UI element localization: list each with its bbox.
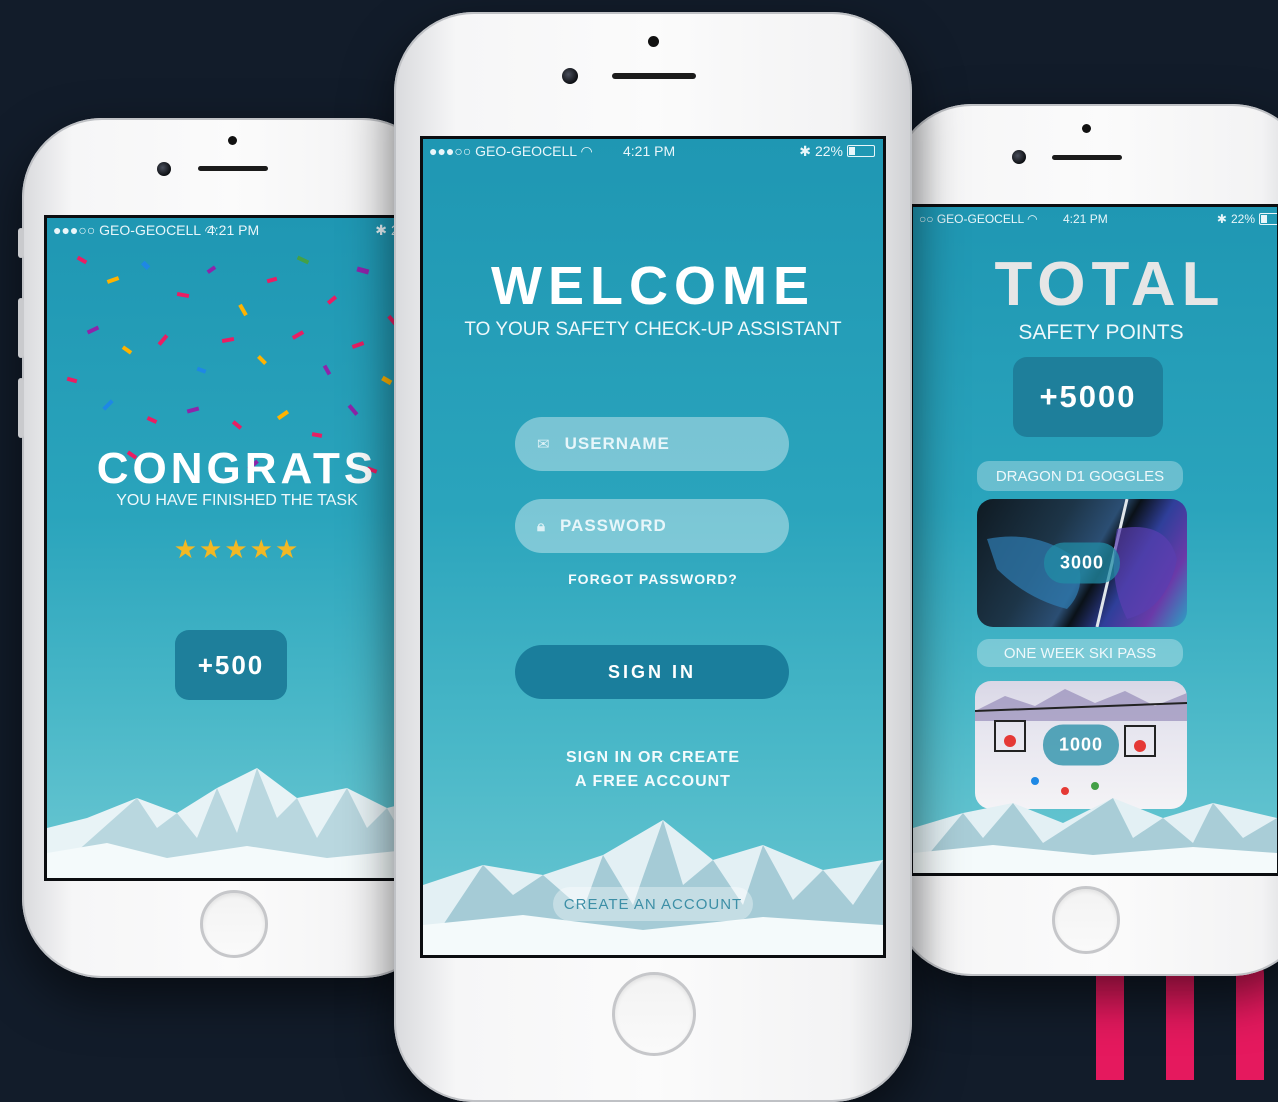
rating-stars: ★★★★★ — [173, 534, 301, 564]
battery-indicator: ✱22% — [799, 143, 875, 160]
proximity-sensor — [1082, 124, 1091, 133]
prize-cost-goggles: 3000 — [1043, 542, 1121, 584]
home-button[interactable] — [1052, 886, 1120, 954]
bluetooth-icon: ✱ — [375, 221, 387, 238]
left-phone: ●●●○○ GEO-GEOCELL ◠ 4:21 PM ✱22% — [18, 118, 442, 978]
volume-button — [18, 298, 24, 358]
create-account-button[interactable]: CREATE AN ACCOUNT — [553, 887, 753, 921]
center-phone: ●●●○○ GEO-GEOCELL ◠ 4:21 PM ✱ 22% WELCOME… — [394, 12, 912, 1102]
home-button[interactable] — [612, 972, 696, 1056]
username-placeholder: USERNAME — [564, 434, 670, 453]
volume-button — [18, 378, 24, 438]
status-time: 4:21 PM — [207, 222, 260, 238]
prize-cost-skipass: 1000 — [1042, 724, 1120, 766]
welcome-subtitle: TO YOUR SAFETY CHECK-UP ASSISTANT — [464, 319, 842, 340]
congrats-title: CONGRATS — [96, 444, 378, 493]
earpiece-speaker — [1052, 155, 1122, 160]
bluetooth-icon: ✱ — [1216, 212, 1227, 226]
welcome-screen: ●●●○○ GEO-GEOCELL ◠ 4:21 PM ✱ 22% WELCOME… — [420, 136, 886, 958]
welcome-title: WELCOME — [491, 256, 815, 316]
bluetooth-icon: ✱ — [799, 142, 811, 159]
right-phone: ○○ GEO-GEOCELL ◠ 4:21 PM ✱ 22% TOTAL SAFE… — [892, 104, 1278, 976]
proximity-sensor — [648, 36, 659, 47]
total-title: TOTAL — [994, 250, 1226, 319]
carrier-label: ●●●○○ GEO-GEOCELL ◠ — [429, 142, 593, 159]
create-account-label: CREATE AN ACCOUNT — [563, 895, 743, 913]
sign-in-button[interactable]: SIGN IN — [515, 645, 789, 699]
earpiece-speaker — [612, 73, 696, 79]
status-bar: ●●●○○ GEO-GEOCELL ◠ 4:21 PM ✱22% — [423, 139, 883, 163]
status-time: 4:21 PM — [623, 143, 676, 159]
front-camera — [562, 68, 578, 84]
status-time: 4:21 PM — [1063, 212, 1108, 226]
decorative-stripe — [1096, 960, 1124, 1080]
signin-info-line2: A FREE ACCOUNT — [575, 773, 731, 790]
prize-label-skipass: ONE WEEK SKI PASS — [977, 639, 1183, 667]
front-camera — [1012, 150, 1026, 164]
prize-label-goggles: DRAGON D1 GOGGLES — [977, 461, 1183, 491]
battery-icon — [1259, 213, 1277, 225]
home-button[interactable] — [200, 890, 268, 958]
battery-indicator: ✱22% — [1216, 212, 1277, 226]
mountain-illustration — [47, 768, 427, 878]
mountain-illustration — [423, 820, 883, 955]
username-field[interactable]: ✉ USERNAME — [515, 417, 789, 471]
earned-points-badge: +500 — [175, 630, 287, 700]
volume-button — [18, 228, 24, 258]
total-points-badge: +5000 — [1013, 357, 1163, 437]
carrier-label: ○○ GEO-GEOCELL ◠ — [919, 212, 1038, 226]
earpiece-speaker — [198, 166, 268, 171]
mail-icon: ✉ — [537, 436, 551, 453]
total-subtitle: SAFETY POINTS — [1018, 321, 1184, 344]
congrats-subtitle: YOU HAVE FINISHED THE TASK — [116, 492, 358, 509]
front-camera — [157, 162, 171, 176]
total-points-screen: ○○ GEO-GEOCELL ◠ 4:21 PM ✱ 22% TOTAL SAFE… — [910, 204, 1278, 876]
signin-info-line1: SIGN IN OR CREATE — [565, 749, 741, 766]
confetti — [66, 255, 408, 474]
status-bar: ○○ GEO-GEOCELL ◠ 4:21 PM ✱ 22% — [913, 207, 1277, 231]
password-field[interactable]: 🔒︎ PASSWORD — [515, 499, 789, 553]
forgot-password-link[interactable]: FORGOT PASSWORD? — [423, 571, 883, 587]
carrier-label: ●●●○○ GEO-GEOCELL ◠ — [53, 221, 217, 238]
lock-icon: 🔒︎ — [537, 517, 546, 535]
mountain-illustration — [913, 798, 1277, 873]
proximity-sensor — [228, 136, 237, 145]
decorative-stripe — [1166, 960, 1194, 1080]
wifi-icon: ◠ — [1027, 212, 1038, 226]
battery-icon — [847, 145, 875, 157]
decorative-stripe — [1236, 960, 1264, 1080]
wifi-icon: ◠ — [580, 142, 593, 159]
password-placeholder: PASSWORD — [559, 516, 667, 535]
prize-card-goggles[interactable]: 3000 — [977, 499, 1187, 627]
congrats-screen: ●●●○○ GEO-GEOCELL ◠ 4:21 PM ✱22% — [44, 215, 430, 881]
